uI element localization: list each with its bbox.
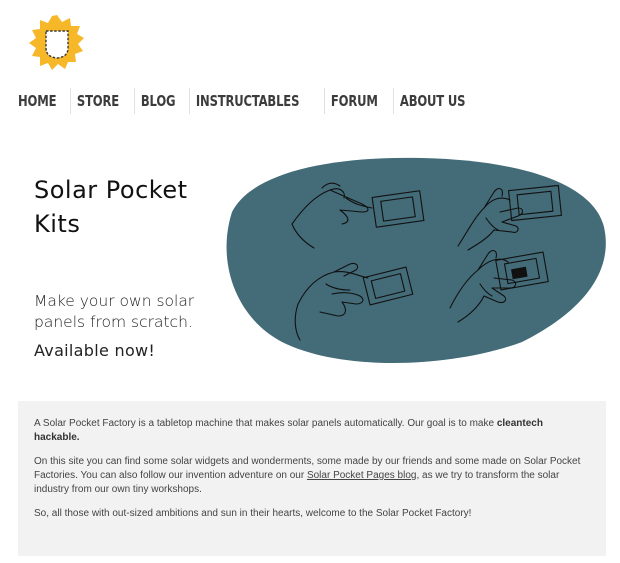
hero-cta[interactable]: Available now! <box>34 341 155 360</box>
nav-instructables[interactable]: INSTRUCTABLES <box>188 88 305 114</box>
intro-paragraph-3: So, all those with out-sized ambitions a… <box>34 508 472 519</box>
intro-paragraph-2: On this site you can find some solar wid… <box>34 455 590 497</box>
nav-store[interactable]: STORE <box>69 88 125 114</box>
hero-title: Solar Pocket Kits <box>34 173 234 241</box>
hands-holding-panels-illustration[interactable] <box>222 152 608 370</box>
intro-paragraph-1: A Solar Pocket Factory is a tabletop mac… <box>34 417 590 445</box>
hero-subtitle: Make your own solar panels from scratch. <box>34 291 234 333</box>
blog-link[interactable]: Solar Pocket Pages blog <box>307 470 417 481</box>
hero-subtitle-line1: Make your own solar <box>34 292 195 310</box>
nav-home[interactable]: HOME <box>18 88 62 114</box>
hero-subtitle-line2: panels from scratch. <box>34 313 193 331</box>
hero-title-line1: Solar Pocket <box>34 176 188 204</box>
hero-title-line2: Kits <box>34 210 81 238</box>
main-nav: HOME STORE BLOG INSTRUCTABLES FORUM ABOU… <box>18 88 485 114</box>
nav-about-us[interactable]: ABOUT US <box>393 88 471 114</box>
sun-pocket-logo-icon[interactable] <box>28 14 86 72</box>
nav-forum[interactable]: FORUM <box>323 88 384 114</box>
nav-blog[interactable]: BLOG <box>133 88 181 114</box>
intro-p1-text: A Solar Pocket Factory is a tabletop mac… <box>34 418 497 429</box>
intro-box: A Solar Pocket Factory is a tabletop mac… <box>18 401 606 556</box>
